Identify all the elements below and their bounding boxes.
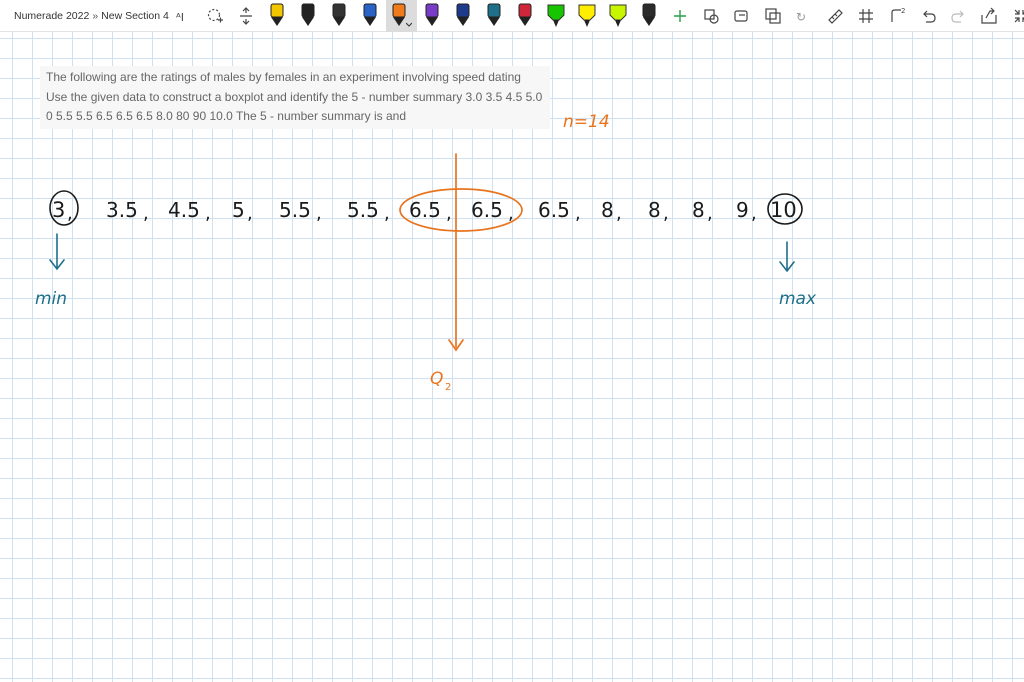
sample-size-label: n=14: [563, 112, 610, 132]
sequence-comma: ,: [316, 203, 322, 224]
sequence-comma: ,: [446, 203, 452, 224]
svg-text:2: 2: [901, 7, 905, 15]
svg-text:ᴬI: ᴬI: [176, 11, 184, 24]
sequence-comma: ,: [575, 203, 581, 224]
highlighter-yellow-icon[interactable]: [572, 0, 603, 32]
breadcrumb: Numerade 2022 » New Section 4: [0, 10, 169, 22]
sequence-value: 4.5: [168, 198, 200, 222]
pen-orange-icon[interactable]: [385, 0, 417, 32]
min-arrow: [49, 233, 65, 271]
breadcrumb-notebook[interactable]: Numerade 2022: [14, 10, 89, 22]
ink-to-shape-icon[interactable]: [696, 0, 727, 32]
pen-blue-icon[interactable]: [355, 0, 386, 32]
pen-dark-icon[interactable]: [324, 0, 355, 32]
q2-subscript: 2: [445, 382, 451, 393]
sequence-value: 6.5: [471, 198, 503, 222]
ink-to-text-icon[interactable]: [727, 0, 758, 32]
highlighter-green-icon[interactable]: [541, 0, 572, 32]
redo-icon[interactable]: [944, 0, 975, 32]
min-label: min: [35, 289, 67, 309]
pen-teal-icon[interactable]: [479, 0, 510, 32]
sequence-value: 5.5: [347, 198, 379, 222]
sequence-comma: ,: [384, 203, 390, 224]
lasso-select-icon[interactable]: [200, 0, 231, 32]
sequence-comma: ,: [751, 203, 757, 224]
breadcrumb-section[interactable]: New Section 4: [101, 10, 169, 22]
sequence-value: 10: [770, 198, 797, 222]
note-canvas[interactable]: The following are the ratings of males b…: [0, 32, 1024, 682]
pen-purple-icon[interactable]: [417, 0, 448, 32]
convert-icon[interactable]: [975, 0, 1006, 32]
sequence-value: 9: [736, 198, 749, 222]
add-pen-icon[interactable]: [665, 0, 696, 32]
type-text-icon[interactable]: ᴬI: [169, 0, 200, 32]
sequence-value: 6.5: [538, 198, 570, 222]
ribbon-toolbar: Numerade 2022 » New Section 4 ᴬI ↻ 2: [0, 0, 1024, 32]
max-arrow: [779, 241, 795, 273]
sequence-value: 3.5: [106, 198, 138, 222]
pen-black-icon[interactable]: [293, 0, 324, 32]
math-icon[interactable]: 2: [882, 0, 913, 32]
sequence-value: 5.5: [279, 198, 311, 222]
sequence-value: 6.5: [409, 198, 441, 222]
pen-gray-icon[interactable]: [634, 0, 665, 32]
max-label: max: [779, 289, 817, 309]
sequence-comma: ,: [143, 203, 149, 224]
breadcrumb-separator: »: [92, 9, 99, 22]
svg-text:↻: ↻: [796, 10, 806, 24]
pen-yellow-icon[interactable]: [262, 0, 293, 32]
sequence-comma: ,: [663, 203, 669, 224]
replay-icon[interactable]: ↻: [789, 0, 820, 32]
sequence-value: 5: [232, 198, 245, 222]
sequence-comma: ,: [707, 203, 713, 224]
number-sequence: 3, 3.5, 4.5, 5, 5.5, 5.5, 6.5, 6.5, 6.5, 8, 8, 8, 9,…: [52, 198, 797, 224]
sequence-value: 8: [648, 198, 661, 222]
eraser-grid-icon[interactable]: [851, 0, 882, 32]
q2-label: Q: [430, 369, 443, 389]
add-space-icon[interactable]: [231, 0, 262, 32]
sequence-value: 8: [601, 198, 614, 222]
ink-to-math-icon[interactable]: [758, 0, 789, 32]
highlighter-lime-icon[interactable]: [603, 0, 634, 32]
sequence-value: 3: [52, 198, 65, 222]
undo-icon[interactable]: [913, 0, 944, 32]
sequence-comma: ,: [205, 203, 211, 224]
sequence-comma: ,: [67, 203, 73, 224]
pen-navy-icon[interactable]: [448, 0, 479, 32]
drawing-tools: ᴬI ↻ 2: [169, 0, 1024, 32]
sequence-comma: ,: [247, 203, 253, 224]
ruler-icon[interactable]: [820, 0, 851, 32]
pen-red-icon[interactable]: [510, 0, 541, 32]
sequence-comma: ,: [616, 203, 622, 224]
ink-layer: n=14 3, 3.5, 4.5, 5, 5.5, 5.5, 6.5, 6.5, 6.5, 8, 8…: [35, 112, 817, 393]
sequence-value: 8: [692, 198, 705, 222]
collapse-icon[interactable]: [1006, 0, 1024, 32]
